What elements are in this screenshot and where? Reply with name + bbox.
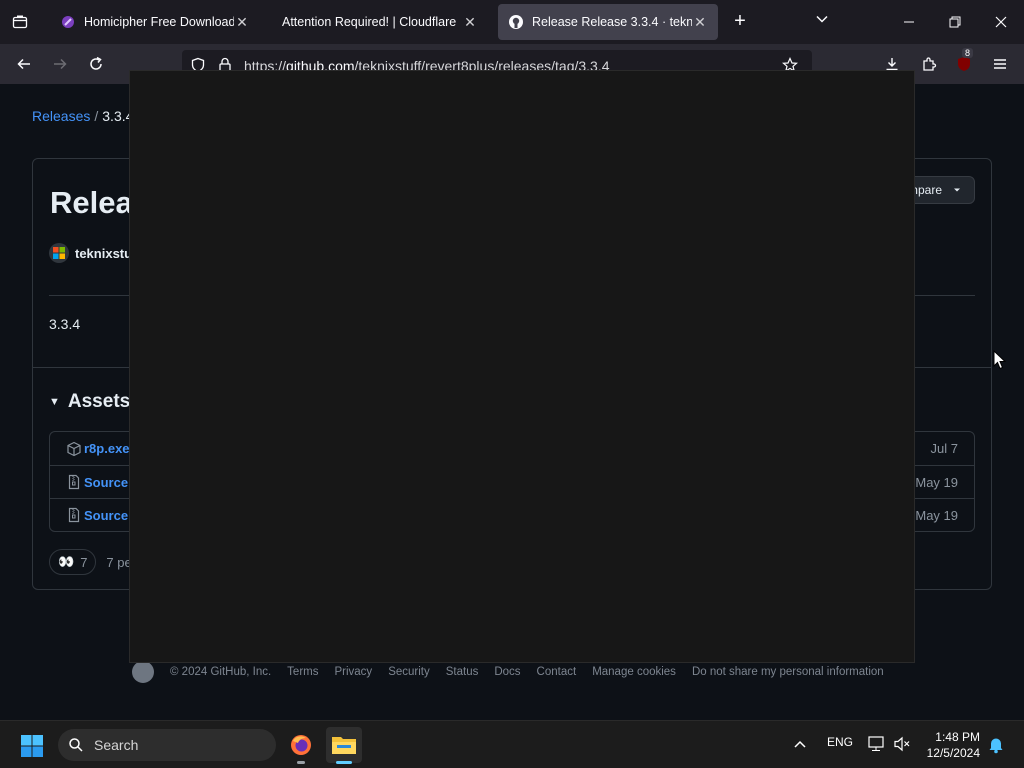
search-icon — [69, 738, 83, 752]
author-avatar[interactable] — [49, 243, 69, 263]
footer-link-terms[interactable]: Terms — [287, 666, 318, 678]
notification-bell-icon[interactable] — [988, 736, 1004, 754]
package-icon — [67, 441, 81, 456]
ublock-origin-icon[interactable]: 8 — [952, 48, 976, 76]
taskbar-file-explorer[interactable] — [326, 727, 362, 764]
tab-cloudflare[interactable]: Attention Required! | Cloudflare ✕ — [272, 4, 488, 40]
reload-icon[interactable] — [84, 52, 108, 76]
footer-copyright: © 2024 GitHub, Inc. — [170, 666, 272, 678]
release-author: teknixstu — [49, 243, 132, 263]
footer-link-docs[interactable]: Docs — [494, 666, 520, 678]
footer-link-privacy[interactable]: Privacy — [334, 666, 372, 678]
eyes-reaction-button[interactable]: 👀 7 — [49, 549, 97, 575]
asset-date: May 19 — [915, 474, 958, 490]
caret-down-icon — [954, 188, 960, 192]
minimize-icon[interactable] — [894, 8, 924, 36]
network-icon[interactable] — [867, 736, 885, 752]
list-all-tabs-chevron-icon[interactable] — [815, 12, 829, 31]
tab-release[interactable]: Release Release 3.3.4 · teknixstu ✕ — [498, 4, 718, 40]
volume-muted-icon[interactable] — [893, 736, 911, 752]
overlay-panel[interactable] — [129, 70, 915, 663]
system-clock[interactable]: 1:48 PM 12/5/2024 — [927, 729, 980, 761]
author-name-link[interactable]: teknixstu — [75, 246, 132, 261]
footer-link-security[interactable]: Security — [388, 666, 430, 678]
firefox-icon — [291, 735, 311, 755]
input-language[interactable]: ENG — [827, 735, 853, 749]
release-body-text: 3.3.4 — [49, 316, 81, 332]
close-window-icon[interactable] — [986, 8, 1016, 36]
clock-time: 1:48 PM — [935, 730, 980, 744]
restore-icon[interactable] — [940, 8, 970, 36]
windows-taskbar: Search ENG 1:48 PM 12/5/2024 — [0, 720, 1024, 768]
mouse-pointer-icon — [993, 350, 1007, 370]
forward-arrow-icon[interactable] — [48, 52, 72, 76]
extension-badge: 8 — [962, 48, 974, 58]
assets-toggle[interactable]: ▼ Assets — [49, 391, 130, 413]
hamburger-menu-icon[interactable] — [988, 52, 1012, 76]
taskbar-search[interactable]: Search — [58, 729, 276, 761]
file-zip-icon — [68, 474, 80, 490]
tab-title: Release Release 3.3.4 · teknixstu — [532, 15, 692, 29]
tab-title: Attention Required! | Cloudflare — [282, 15, 457, 29]
tab-bar: Homicipher Free Download (v1. ✕ Attentio… — [0, 0, 1024, 44]
github-favicon-icon — [509, 15, 523, 29]
breadcrumb-separator: / — [94, 108, 99, 124]
reactions-row: 👀 7 7 peo — [49, 549, 139, 575]
file-zip-icon — [68, 507, 80, 523]
app-active-indicator — [336, 761, 352, 764]
footer-link-do-not-share[interactable]: Do not share my personal information — [692, 666, 884, 678]
homicipher-favicon-icon — [62, 16, 74, 28]
eyes-emoji-icon: 👀 — [58, 554, 75, 569]
asset-date: May 19 — [915, 507, 958, 523]
show-hidden-icons-chevron-icon[interactable] — [793, 739, 807, 749]
firefox-view-icon[interactable] — [8, 10, 32, 34]
app-running-indicator — [297, 761, 305, 764]
taskbar-firefox[interactable] — [283, 727, 319, 764]
reaction-count: 7 — [80, 554, 88, 570]
footer-link-manage-cookies[interactable]: Manage cookies — [592, 666, 676, 678]
back-arrow-icon[interactable] — [12, 52, 36, 76]
compare-label: npare — [911, 183, 942, 197]
assets-heading: Assets — [67, 391, 131, 412]
page-footer: © 2024 GitHub, Inc. Terms Privacy Securi… — [132, 661, 884, 683]
folder-icon — [332, 737, 356, 754]
tab-title: Homicipher Free Download (v1. — [84, 15, 234, 29]
clock-date: 12/5/2024 — [926, 746, 980, 760]
breadcrumb: Releases/3.3.4 — [32, 108, 133, 124]
search-label: Search — [94, 737, 139, 753]
tab-close-icon[interactable]: ✕ — [462, 14, 478, 31]
footer-link-contact[interactable]: Contact — [537, 666, 577, 678]
footer-link-status[interactable]: Status — [446, 666, 479, 678]
breadcrumb-releases-link[interactable]: Releases — [32, 108, 90, 124]
extensions-puzzle-icon[interactable] — [917, 52, 941, 76]
tab-close-icon[interactable]: ✕ — [692, 14, 708, 31]
new-tab-plus-icon[interactable]: + — [728, 10, 752, 34]
tab-homicipher[interactable]: Homicipher Free Download (v1. ✕ — [50, 4, 260, 40]
asset-date: Jul 7 — [930, 441, 958, 456]
tab-close-icon[interactable]: ✕ — [234, 14, 250, 31]
windows-start-icon[interactable] — [20, 734, 44, 758]
triangle-down-icon: ▼ — [49, 396, 60, 408]
github-logo-icon[interactable] — [132, 661, 154, 683]
